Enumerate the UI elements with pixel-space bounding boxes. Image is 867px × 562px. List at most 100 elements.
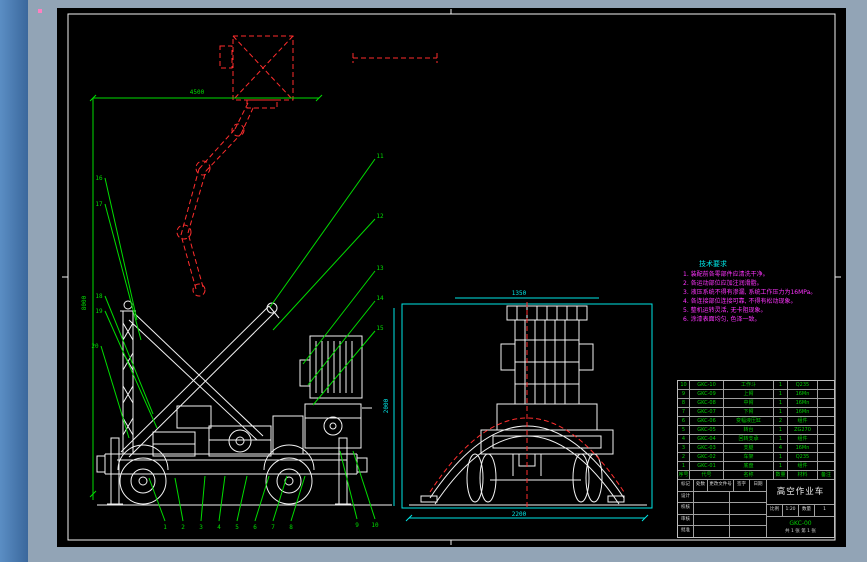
field-label: 日期 [753,482,763,487]
bom-cell-no: 序号 [678,471,690,480]
note-line: 4. 各连接部位连接可靠, 不得有松动现象。 [683,298,797,305]
callout-label: 17 [95,201,103,208]
bom-table: 10 GKC-10 工作斗 1 Q235 9 GKC-09 上臂 1 16Mn 8 GKC-08 中臂 1… [678,381,834,480]
callout-label: 6 [253,524,257,531]
bom-cell-mat: ZG270 [788,426,818,435]
bom-row: 2 GKC-02 车架 1 Q235 [678,453,834,462]
bom-cell-code: GKC-08 [690,399,724,408]
bom-cell-no: 6 [678,417,690,426]
bom-cell-qty: 1 [774,390,788,399]
bom-cell-note [818,381,834,390]
bom-cell-name: 中臂 [724,399,774,408]
note-line: 3. 液压系统不得有渗漏, 系统工作压力为16MPa。 [683,289,817,296]
bom-cell-no: 9 [678,390,690,399]
bom-cell-name: 工作斗 [724,381,774,390]
bom-cell-name: 底盘 [724,462,774,471]
bom-cell-mat: 16Mn [788,444,818,453]
bom-cell-name: 回转支承 [724,435,774,444]
bom-cell-note [818,435,834,444]
bom-cell-name: 上臂 [724,390,774,399]
bom-cell-code: GKC-07 [690,408,724,417]
callout-label: 2 [181,524,185,531]
bom-cell-name: 车架 [724,453,774,462]
drawing-number-cell: GKC-00 共 1 张 第 1 张 [767,517,834,537]
bom-cell-qty: 1 [774,453,788,462]
title-row: 批准 [678,526,766,537]
title-block-main: 标记 处数 更改文件号 签字 日期 设计 校核 审核 批准 高空作业车 比例 1… [678,480,834,537]
field-label: 更改文件号 [708,480,734,491]
field-value [694,503,730,514]
field-value [694,514,730,526]
raised-boom-phantom [176,35,438,297]
bom-cell-no: 7 [678,408,690,417]
bom-cell-mat: 组件 [788,435,818,444]
dimension-label: 4500 [190,89,205,96]
bom-cell-mat: 16Mn [788,390,818,399]
bom-cell-note [818,453,834,462]
window-artifact-dot [38,9,42,13]
title-row: 校核 [678,503,766,515]
bom-cell-mat: 16Mn [788,408,818,417]
bom-cell-note [818,417,834,426]
callout-label: 7 [271,524,275,531]
left-panel-strip [0,0,28,562]
bom-row: 6 GKC-06 变幅液压缸 2 组件 [678,417,834,426]
field-value: 1 [823,507,826,512]
field-value: 1:20 [783,505,799,516]
bom-row: 8 GKC-08 中臂 1 16Mn [678,399,834,408]
field-value [694,491,730,503]
bom-cell-code: GKC-10 [690,381,724,390]
callout-label: 13 [376,265,384,272]
bom-cell-no: 4 [678,435,690,444]
title-block: 10 GKC-10 工作斗 1 Q235 9 GKC-09 上臂 1 16Mn 8 GKC-08 中臂 1… [677,380,835,538]
drawing-canvas[interactable]: 8000 4500 16 17 18 19 20 11 12 13 14 15 … [57,8,846,547]
note-line: 2. 各运动部位应加注润滑脂。 [683,280,763,287]
bom-row: 10 GKC-10 工作斗 1 Q235 [678,381,834,390]
dimension-label: 2200 [512,511,527,518]
bom-cell-qty: 4 [774,444,788,453]
field-label: 处数 [694,480,708,491]
field-label: 数量 [799,505,815,516]
bom-cell-note [818,399,834,408]
drawing-number: GKC-00 [789,519,812,527]
bom-cell-code: GKC-02 [690,453,724,462]
callout-label: 12 [376,213,384,220]
bom-header-row: 序号 代号 名称 数量 材料 备注 [678,471,834,480]
bom-cell-qty: 数量 [774,471,788,480]
bom-cell-code: GKC-01 [690,462,724,471]
bom-cell-qty: 1 [774,435,788,444]
title-row: 设计 [678,491,766,504]
bom-cell-note [818,444,834,453]
note-line: 1. 装配前各零部件应清洗干净。 [683,271,769,278]
cad-screenshot: { "window": { "background": "#92a4b6", "… [0,0,867,562]
scale-row: 比例 1:20 数量 1 [767,505,834,517]
callout-label: 3 [199,524,203,531]
bom-cell-qty: 2 [774,417,788,426]
callout-label: 4 [217,524,221,531]
title-block-signatures: 标记 处数 更改文件号 签字 日期 设计 校核 审核 批准 [678,480,767,537]
bom-cell-mat: 组件 [788,417,818,426]
field-value [730,492,766,503]
callout-label: 19 [95,308,103,315]
bom-cell-no: 5 [678,426,690,435]
bom-cell-note [818,462,834,471]
field-label: 审核 [678,514,694,526]
bom-cell-name: 转台 [724,426,774,435]
callout-label: 11 [376,153,384,160]
sheet-info: 共 1 张 第 1 张 [785,528,816,534]
title-block-name-area: 高空作业车 比例 1:20 数量 1 GKC-00 共 1 张 第 1 张 [767,480,834,537]
bom-cell-code: GKC-05 [690,426,724,435]
title-row: 审核 [678,514,766,527]
field-label: 设计 [678,491,694,503]
bom-row: 9 GKC-09 上臂 1 16Mn [678,390,834,399]
bom-cell-qty: 1 [774,381,788,390]
bom-row: 5 GKC-05 转台 1 ZG270 [678,426,834,435]
rear-view: 2200 2000 1350 [383,290,653,522]
bom-cell-no: 2 [678,453,690,462]
bom-cell-mat: Q235 [788,453,818,462]
bom-cell-code: GKC-09 [690,390,724,399]
title-row: 标记 处数 更改文件号 签字 日期 [678,480,766,492]
bom-cell-note [818,426,834,435]
dimension-label: 8000 [81,295,88,310]
bom-cell-mat: 材料 [788,471,818,480]
